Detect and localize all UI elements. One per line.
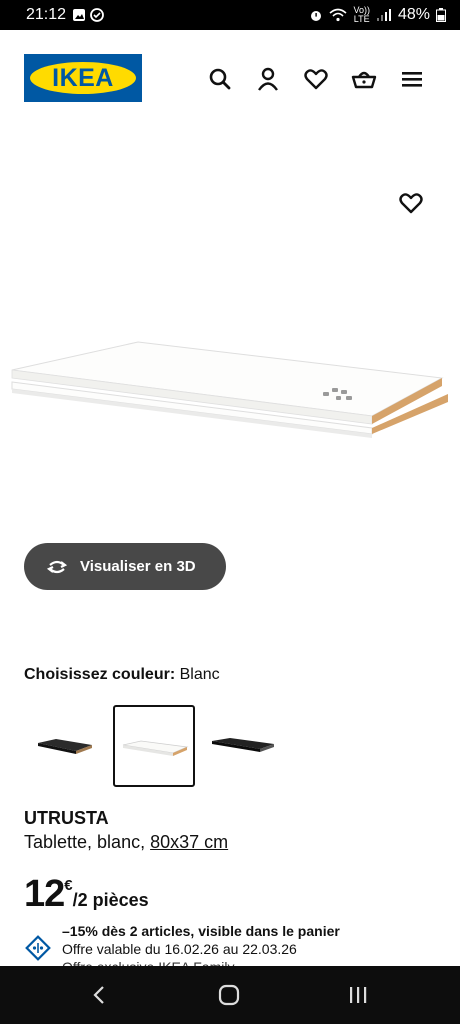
promo-tag-icon <box>25 935 51 961</box>
add-to-favourites-heart-icon[interactable] <box>398 190 424 216</box>
user-icon[interactable] <box>255 66 281 92</box>
shield-icon <box>90 8 104 22</box>
product-price: 12 € /2 pièces <box>24 874 149 914</box>
color-selection-label: Choisissez couleur: Blanc <box>24 666 220 684</box>
status-bar: 21:12 Vo)) LTE 48% <box>0 0 460 30</box>
swatch-white-image <box>122 740 189 756</box>
logo-oval: IKEA <box>30 62 136 94</box>
shelf-illustration <box>11 341 448 438</box>
color-label: Choisissez couleur: <box>24 666 176 683</box>
rotate-3d-icon <box>46 560 68 573</box>
system-navigation-bar <box>0 966 460 1024</box>
view-in-3d-label: Visualiser en 3D <box>80 558 196 575</box>
alarm-icon <box>311 11 322 21</box>
recent-apps-icon[interactable] <box>344 982 372 1008</box>
heart-icon[interactable] <box>303 66 329 92</box>
home-icon[interactable] <box>215 982 243 1008</box>
price-amount: 12 <box>24 873 65 915</box>
search-icon[interactable] <box>207 66 233 92</box>
menu-icon[interactable] <box>399 66 425 92</box>
network-lte: LTE <box>353 14 370 24</box>
signal-icon <box>376 9 391 21</box>
status-notification-icons <box>72 8 104 22</box>
basket-icon[interactable] <box>351 66 377 92</box>
wifi-icon <box>329 8 347 22</box>
swatch-white-selected[interactable] <box>113 705 195 787</box>
header: IKEA <box>0 30 460 126</box>
network-type: Vo)) LTE <box>353 6 370 24</box>
battery-icon <box>436 8 446 22</box>
color-value: Blanc <box>179 666 220 683</box>
product-description-text: Tablette, blanc, <box>24 832 146 852</box>
status-time: 21:12 <box>26 6 67 23</box>
price-unit: /2 pièces <box>72 890 149 910</box>
promo-line-1: –15% dès 2 articles, visible dans le pan… <box>62 923 340 939</box>
product-brand: UTRUSTA <box>24 808 109 828</box>
product-size-link[interactable]: 80x37 cm <box>150 832 228 852</box>
battery-percent: 48% <box>397 6 430 23</box>
back-icon[interactable] <box>86 982 114 1008</box>
price-currency: € <box>64 877 73 894</box>
product-description: Tablette, blanc, 80x37 cm <box>24 832 228 853</box>
swatch-dark[interactable] <box>202 705 284 787</box>
gallery-icon <box>73 9 85 21</box>
ikea-logo[interactable]: IKEA <box>24 54 142 102</box>
promo-line-2: Offre valable du 16.02.26 au 22.03.26 <box>62 941 297 957</box>
view-in-3d-button[interactable]: Visualiser en 3D <box>24 543 226 590</box>
status-right: Vo)) LTE 48% <box>309 6 446 24</box>
swatch-black[interactable] <box>24 705 106 787</box>
logo-text: IKEA <box>52 63 114 92</box>
